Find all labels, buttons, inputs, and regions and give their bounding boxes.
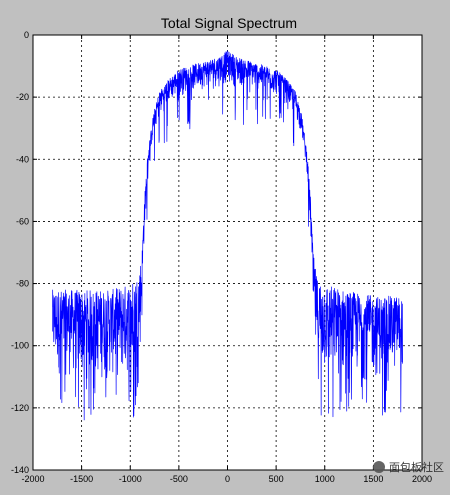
chart-title: Total Signal Spectrum	[161, 15, 297, 31]
x-tick-label: 500	[269, 474, 284, 484]
x-tick-label: -1500	[70, 474, 93, 484]
x-tick-label: -1000	[119, 474, 142, 484]
y-tick-label: -20	[16, 92, 29, 102]
x-tick-label: -2000	[21, 474, 44, 484]
x-tick-label: -500	[170, 474, 188, 484]
chart-figure: Total Signal Spectrum -2000 -1500 -1000 -50…	[0, 0, 450, 495]
y-tick-label: -40	[16, 154, 29, 164]
y-tick-label: -80	[16, 279, 29, 289]
x-tick-label: 0	[225, 474, 230, 484]
x-tick-label: 1500	[363, 474, 383, 484]
watermark: 面包板社区	[373, 459, 444, 475]
watermark-logo-icon	[373, 461, 385, 473]
y-tick-label: -100	[11, 341, 29, 351]
x-tick-label: 2000	[412, 474, 432, 484]
y-tick-label: -60	[16, 216, 29, 226]
y-tick-label: -140	[11, 465, 29, 475]
x-tick-label: 1000	[315, 474, 335, 484]
y-tick-label: -120	[11, 403, 29, 413]
y-tick-label: 0	[24, 30, 29, 40]
watermark-text: 面包板社区	[389, 462, 444, 474]
